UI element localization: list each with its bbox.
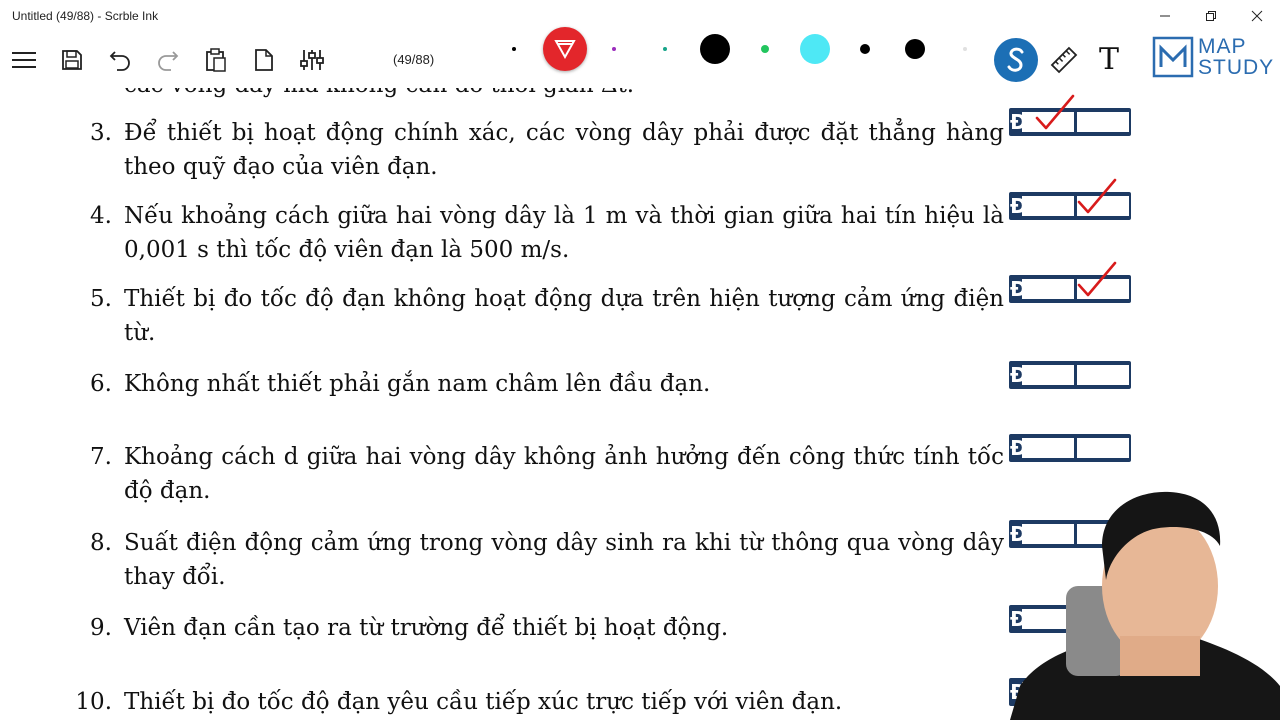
pen-color-swatch[interactable] xyxy=(761,45,769,53)
answer-box[interactable]: ĐS xyxy=(1009,361,1131,389)
pen-color-swatch[interactable] xyxy=(963,47,967,51)
false-label: S xyxy=(1115,436,1130,460)
true-box[interactable] xyxy=(1022,196,1074,216)
question-number: 3. xyxy=(90,120,112,146)
question-number: 8. xyxy=(90,530,112,556)
false-label: S xyxy=(1115,110,1130,134)
answer-box[interactable]: ĐS xyxy=(1009,178,1131,220)
title-bar: Untitled (49/88) - Scrble Ink xyxy=(0,0,1280,32)
pen-color-swatch[interactable] xyxy=(612,47,616,51)
question-item: 7. Khoảng cách d giữa hai vòng dây không … xyxy=(90,440,1004,508)
text-tool-icon[interactable]: T xyxy=(1099,42,1119,77)
question-number: 9. xyxy=(90,615,112,641)
answer-box[interactable]: ĐS xyxy=(1009,434,1131,462)
toolbar xyxy=(0,32,1280,88)
question-text: Nếu khoảng cách giữa hai vòng dây là 1 m… xyxy=(124,203,1004,263)
pen-color-swatch[interactable] xyxy=(512,47,516,51)
answer-box[interactable]: ĐS xyxy=(1009,94,1131,136)
page-indicator: (49/88) xyxy=(393,52,435,67)
undo-icon[interactable] xyxy=(104,44,136,76)
question-item: 6. Không nhất thiết phải gắn nam châm lên… xyxy=(90,367,1004,401)
question-item: 3. Để thiết bị hoạt động chính xác, các v… xyxy=(90,116,1004,184)
question-number: 10. xyxy=(75,689,112,715)
question-text: Thiết bị đo tốc độ đạn không hoạt động d… xyxy=(124,286,1004,346)
answer-box[interactable]: ĐS xyxy=(1009,261,1131,303)
menu-icon[interactable] xyxy=(8,44,40,76)
question-item: 4. Nếu khoảng cách giữa hai vòng dây là 1… xyxy=(90,199,1004,267)
ruler-icon[interactable] xyxy=(1050,46,1078,74)
pen-color-swatch[interactable] xyxy=(905,39,925,59)
minimize-icon[interactable] xyxy=(1142,0,1188,32)
active-pen-red[interactable] xyxy=(543,27,587,71)
true-box[interactable] xyxy=(1022,279,1074,299)
question-number: 6. xyxy=(90,371,112,397)
question-text: Để thiết bị hoạt động chính xác, các vòn… xyxy=(124,120,1004,180)
pen-color-swatch[interactable] xyxy=(860,44,870,54)
paste-icon[interactable] xyxy=(200,44,232,76)
question-text: Suất điện động cảm ứng trong vòng dây si… xyxy=(124,530,1004,590)
logo: MAP STUDY xyxy=(1198,36,1274,78)
question-number: 4. xyxy=(90,203,112,229)
window-title: Untitled (49/88) - Scrble Ink xyxy=(12,9,159,23)
false-label: S xyxy=(1115,363,1130,387)
question-number: 7. xyxy=(90,444,112,470)
new-page-icon[interactable] xyxy=(248,44,280,76)
redo-icon[interactable] xyxy=(152,44,184,76)
close-icon[interactable] xyxy=(1234,0,1280,32)
scrble-s-icon[interactable] xyxy=(994,38,1038,82)
question-text: Khoảng cách d giữa hai vòng dây không ản… xyxy=(124,444,1004,504)
logo-mark-icon xyxy=(1152,36,1194,78)
pen-color-swatch[interactable] xyxy=(700,34,730,64)
logo-line-1: MAP xyxy=(1198,35,1247,58)
checkmark-icon xyxy=(1077,178,1117,214)
logo-line-2: STUDY xyxy=(1198,56,1275,79)
window-controls xyxy=(1142,0,1280,32)
save-icon[interactable] xyxy=(56,44,88,76)
question-item: 10. Thiết bị đo tốc độ đạn yêu cầu tiếp x… xyxy=(75,685,1004,719)
question-number: 5. xyxy=(90,286,112,312)
pen-icon xyxy=(554,40,576,60)
pen-color-swatch[interactable] xyxy=(663,47,667,51)
restore-icon[interactable] xyxy=(1188,0,1234,32)
question-item: 8. Suất điện động cảm ứng trong vòng dây … xyxy=(90,526,1004,594)
question-text: Thiết bị đo tốc độ đạn yêu cầu tiếp xúc … xyxy=(124,689,843,715)
checkmark-icon xyxy=(1035,94,1075,130)
question-item: 9. Viên đạn cần tạo ra từ trường để thiết… xyxy=(90,611,1004,645)
question-text: Không nhất thiết phải gắn nam châm lên đ… xyxy=(124,371,711,397)
presenter-video xyxy=(1010,486,1280,720)
checkmark-icon xyxy=(1077,261,1117,297)
true-box[interactable] xyxy=(1022,438,1074,458)
adjust-icon[interactable] xyxy=(296,44,328,76)
question-item: 5. Thiết bị đo tốc độ đạn không hoạt động… xyxy=(90,282,1004,350)
question-text: Viên đạn cần tạo ra từ trường để thiết b… xyxy=(124,615,729,641)
true-box[interactable] xyxy=(1022,365,1074,385)
pen-color-swatch[interactable] xyxy=(800,34,830,64)
partial-line: các vòng dây mà không cần đo thời gian Δ… xyxy=(124,88,1004,102)
